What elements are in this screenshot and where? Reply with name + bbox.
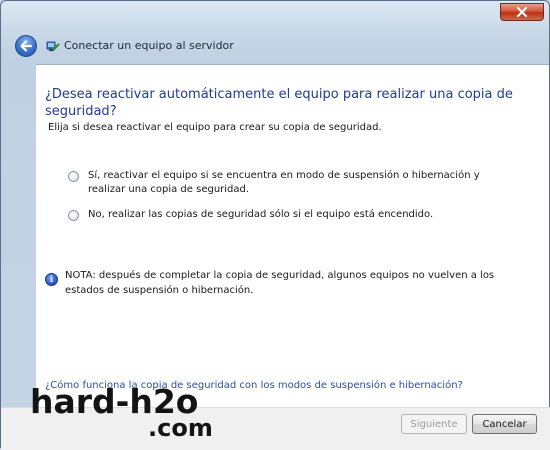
- radio-button[interactable]: [68, 171, 79, 182]
- option-wake-computer[interactable]: Sí, reactivar el equipo si se encuentra …: [68, 169, 508, 197]
- window-title: Conectar un equipo al servidor: [64, 39, 234, 52]
- close-icon: [516, 7, 528, 17]
- note-text: NOTA: después de completar la copia de s…: [65, 270, 495, 296]
- close-button[interactable]: [500, 3, 544, 21]
- radio-button[interactable]: [68, 210, 79, 221]
- window-frame: Conectar un equipo al servidor ¿Desea re…: [0, 0, 550, 450]
- option-only-when-on[interactable]: No, realizar las copias de seguridad sól…: [68, 208, 508, 222]
- option-label: No, realizar las copias de seguridad sól…: [88, 209, 434, 220]
- page-subheading: Elija si desea reactivar el equipo para …: [48, 122, 382, 133]
- next-button[interactable]: Siguiente: [401, 414, 467, 434]
- note: i NOTA: después de completar la copia de…: [45, 268, 535, 298]
- info-icon: i: [45, 273, 58, 286]
- wizard-content: ¿Desea reactivar automáticamente el equi…: [36, 64, 549, 408]
- cancel-button[interactable]: Cancelar: [472, 414, 537, 434]
- back-arrow-icon: [20, 40, 33, 52]
- watermark-line2: .com: [148, 414, 213, 442]
- back-button[interactable]: [15, 35, 37, 57]
- watermark-logo: hard-h2o .com: [28, 381, 238, 447]
- server-connect-icon: [46, 41, 60, 52]
- option-label: Sí, reactivar el equipo si se encuentra …: [88, 170, 480, 195]
- page-heading: ¿Desea reactivar automáticamente el equi…: [45, 87, 513, 119]
